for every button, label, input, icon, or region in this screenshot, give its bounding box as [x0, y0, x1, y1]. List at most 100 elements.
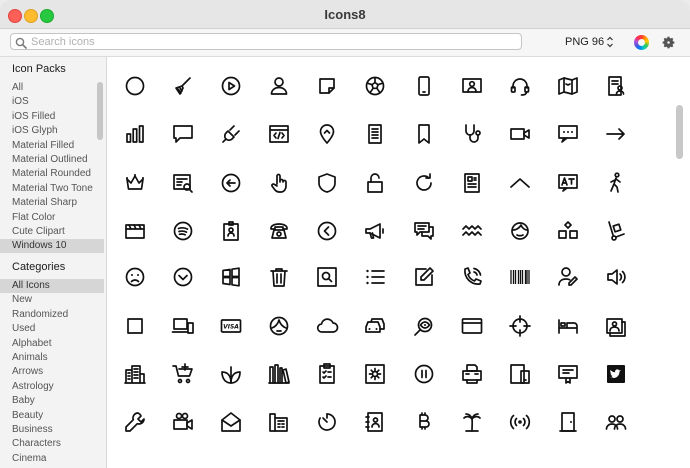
icon-pack-ios-filled[interactable]: iOS Filled: [0, 110, 104, 124]
add-to-cart-icon[interactable]: [171, 362, 195, 386]
category-all-icons[interactable]: All Icons: [0, 279, 104, 293]
chevron-up-icon[interactable]: [508, 171, 532, 195]
group-icon[interactable]: [604, 410, 628, 434]
pointing-hand-icon[interactable]: [267, 171, 291, 195]
back-circle-icon[interactable]: [315, 219, 339, 243]
eye-search-icon[interactable]: [412, 314, 436, 338]
right-arrow-icon[interactable]: [604, 122, 628, 146]
category-alphabet[interactable]: Alphabet: [0, 337, 104, 351]
circle-icon[interactable]: [123, 74, 147, 98]
phone-ringing-icon[interactable]: [460, 265, 484, 289]
visa-icon[interactable]: VISA: [219, 314, 243, 338]
stethoscope-icon[interactable]: [460, 122, 484, 146]
translate-icon[interactable]: [556, 171, 580, 195]
video-camera-icon[interactable]: [508, 122, 532, 146]
code-icon[interactable]: [267, 122, 291, 146]
contact-list-icon[interactable]: [604, 74, 628, 98]
icon-pack-material-sharp[interactable]: Material Sharp: [0, 196, 104, 210]
category-animals[interactable]: Animals: [0, 351, 104, 365]
play-button-icon[interactable]: [219, 74, 243, 98]
fax-phone-icon[interactable]: [267, 410, 291, 434]
search-in-box-icon[interactable]: [315, 265, 339, 289]
icon-pack-flat-color[interactable]: Flat Color: [0, 211, 104, 225]
category-arrows[interactable]: Arrows: [0, 365, 104, 379]
wrench-icon[interactable]: [123, 410, 147, 434]
contacts-book-icon[interactable]: [363, 410, 387, 434]
search-box[interactable]: [10, 33, 522, 50]
palm-tree-icon[interactable]: [460, 410, 484, 434]
settings-box-icon[interactable]: [363, 362, 387, 386]
up-down-chevron-icon[interactable]: [606, 35, 614, 49]
sad-face-icon[interactable]: [123, 265, 147, 289]
category-randomized[interactable]: Randomized: [0, 308, 104, 322]
open-envelope-icon[interactable]: [219, 410, 243, 434]
icon-pack-material-filled[interactable]: Material Filled: [0, 139, 104, 153]
wireless-signal-icon[interactable]: [508, 410, 532, 434]
fax-icon[interactable]: [460, 362, 484, 386]
bar-chart-icon[interactable]: [123, 122, 147, 146]
icon-pack-material-rounded[interactable]: Material Rounded: [0, 167, 104, 181]
laptop-phone-icon[interactable]: [171, 314, 195, 338]
icon-pack-all[interactable]: All: [0, 81, 104, 95]
walking-icon[interactable]: [604, 171, 628, 195]
plug-icon[interactable]: [219, 122, 243, 146]
headset-icon[interactable]: [508, 74, 532, 98]
chat-messages-icon[interactable]: [412, 219, 436, 243]
presentation-icon[interactable]: [460, 74, 484, 98]
soccer-ball-icon[interactable]: [363, 74, 387, 98]
credit-card-icon[interactable]: [460, 314, 484, 338]
hand-truck-icon[interactable]: [604, 219, 628, 243]
certificate-icon[interactable]: [556, 362, 580, 386]
chat-bubble-icon[interactable]: [171, 122, 195, 146]
camera-video-icon[interactable]: [171, 410, 195, 434]
category-baby[interactable]: Baby: [0, 394, 104, 408]
icon-pack-cute-clipart[interactable]: Cute Clipart: [0, 225, 104, 239]
telephone-icon[interactable]: [267, 219, 291, 243]
cars-icon[interactable]: [363, 314, 387, 338]
category-used[interactable]: Used: [0, 322, 104, 336]
leaves-icon[interactable]: [219, 362, 243, 386]
sticky-note-icon[interactable]: [315, 74, 339, 98]
timer-icon[interactable]: [315, 410, 339, 434]
news-icon[interactable]: [460, 171, 484, 195]
icon-pack-ios-glyph[interactable]: iOS Glyph: [0, 124, 104, 138]
megaphone-icon[interactable]: [363, 219, 387, 243]
chevron-down-circle-icon[interactable]: [171, 265, 195, 289]
windows-logo-icon[interactable]: [219, 265, 243, 289]
invoice-search-icon[interactable]: [171, 171, 195, 195]
search-input[interactable]: [31, 34, 511, 49]
twitter-icon[interactable]: [604, 362, 628, 386]
edit-icon[interactable]: [412, 265, 436, 289]
crown-icon[interactable]: [123, 171, 147, 195]
grid-scrollbar[interactable]: [676, 105, 683, 159]
volume-icon[interactable]: [604, 265, 628, 289]
unlock-icon[interactable]: [363, 171, 387, 195]
city-buildings-icon[interactable]: [123, 362, 147, 386]
badge-icon[interactable]: [219, 219, 243, 243]
photo-gallery-icon[interactable]: [604, 314, 628, 338]
mobile-tablet-icon[interactable]: [508, 362, 532, 386]
pause-circle-icon[interactable]: [412, 362, 436, 386]
color-wheel-icon[interactable]: [634, 35, 649, 50]
icon-pack-ios[interactable]: iOS: [0, 95, 104, 109]
clipboard-checklist-icon[interactable]: [315, 362, 339, 386]
category-astrology[interactable]: Astrology: [0, 380, 104, 394]
bookmark-icon[interactable]: [412, 122, 436, 146]
category-characters[interactable]: Characters: [0, 437, 104, 451]
modules-icon[interactable]: [556, 219, 580, 243]
barcode-icon[interactable]: [508, 265, 532, 289]
sidebar-scrollbar[interactable]: [97, 82, 103, 140]
category-new[interactable]: New: [0, 293, 104, 307]
library-books-icon[interactable]: [267, 362, 291, 386]
category-cinema[interactable]: Cinema: [0, 452, 104, 466]
user-edit-icon[interactable]: [556, 265, 580, 289]
trash-icon[interactable]: [267, 265, 291, 289]
icon-pack-material-two-tone[interactable]: Material Two Tone: [0, 182, 104, 196]
square-icon[interactable]: [123, 314, 147, 338]
location-pin-icon[interactable]: [315, 122, 339, 146]
refresh-icon[interactable]: [412, 171, 436, 195]
crosshair-icon[interactable]: [508, 314, 532, 338]
category-business[interactable]: Business: [0, 423, 104, 437]
shield-icon[interactable]: [315, 171, 339, 195]
smartphone-icon[interactable]: [412, 74, 436, 98]
